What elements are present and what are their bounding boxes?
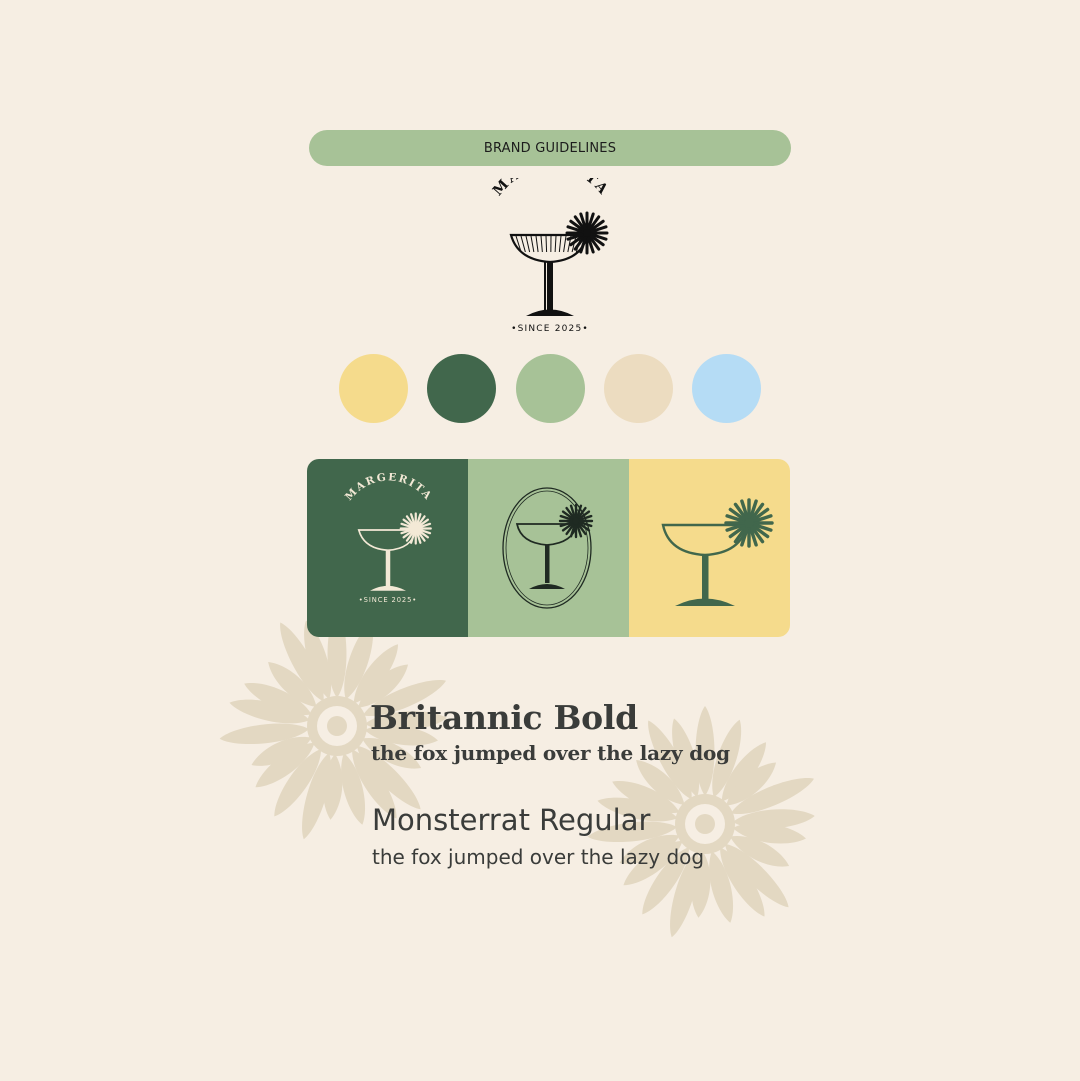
svg-text:MARGERITA: MARGERITA <box>342 473 434 503</box>
swatch-sand <box>603 354 673 423</box>
logo-tagline: •SINCE 2025• <box>511 324 589 334</box>
coupe-glass-logo-icon <box>661 498 774 606</box>
logo-panel-oval <box>468 459 629 637</box>
swatch-sky-blue <box>692 354 761 423</box>
panel-brand-name: MARGERITA <box>342 473 432 503</box>
font-name-britannic: Britannic Bold <box>370 698 638 737</box>
coupe-glass-logo-icon <box>501 487 593 609</box>
logo-panel-icon <box>629 459 790 637</box>
font-name-montserrat: Monsterrat Regular <box>372 803 651 837</box>
color-palette <box>339 354 761 424</box>
swatch-sage <box>515 354 585 423</box>
swatch-dark-green <box>427 354 497 423</box>
font-sample-britannic: the fox jumped over the lazy dog <box>371 741 730 765</box>
banner-label: BRAND GUIDELINES <box>483 140 617 156</box>
svg-text:MARGERITA: MARGERITA <box>490 178 612 199</box>
logo-panel-full: MARGERITA •SINCE 2025• <box>307 459 468 637</box>
coupe-glass-logo-icon <box>509 211 609 316</box>
panel-tagline: •SINCE 2025• <box>358 596 416 604</box>
margerita-logo: MARGERITA •SINCE 2025• <box>490 178 612 334</box>
logo-variations: MARGERITA •SINCE 2025• <box>307 459 790 637</box>
brand-guidelines-banner: BRAND GUIDELINES <box>309 130 791 166</box>
coupe-glass-logo-icon: MARGERITA •SINCE 2025• <box>342 473 434 604</box>
font-sample-montserrat: the fox jumped over the lazy dog <box>372 845 705 869</box>
swatch-yellow <box>339 354 408 423</box>
logo-brand-name: MARGERITA <box>490 178 610 199</box>
